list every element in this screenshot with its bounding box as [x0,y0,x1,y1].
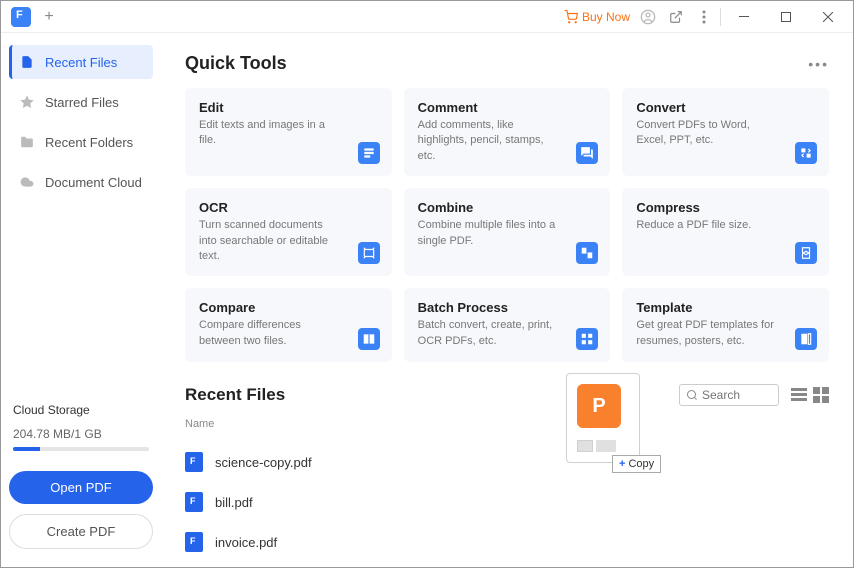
minimize-button[interactable] [723,3,765,31]
tool-title: Compare [199,300,378,315]
app-logo [11,7,31,27]
cloud-storage-title: Cloud Storage [13,403,149,417]
sidebar-item-recent-folders[interactable]: Recent Folders [9,125,153,159]
tool-card-template[interactable]: Template Get great PDF templates for resu… [622,288,829,362]
pdf-file-icon [185,492,203,512]
tool-card-ocr[interactable]: OCR Turn scanned documents into searchabl… [185,188,392,276]
user-icon[interactable] [634,3,662,31]
search-icon [686,389,698,401]
tool-title: Template [636,300,815,315]
tool-icon [795,328,817,350]
tool-card-comment[interactable]: Comment Add comments, like highlights, pe… [404,88,611,176]
file-name: bill.pdf [215,495,253,510]
star-icon [19,94,35,110]
cloud-storage-panel: Cloud Storage 204.78 MB/1 GB [9,403,153,471]
share-icon[interactable] [662,3,690,31]
sidebar-item-label: Recent Folders [45,135,133,150]
pdf-file-icon [185,452,203,472]
close-button[interactable] [807,3,849,31]
pdf-file-icon [185,532,203,552]
sidebar: Recent Files Starred Files Recent Folder… [1,33,161,567]
tool-icon [358,142,380,164]
tool-description: Convert PDFs to Word, Excel, PPT, etc. [636,118,776,149]
file-item[interactable]: invoice.pdf [185,522,829,562]
tool-icon [795,142,817,164]
tool-title: Batch Process [418,300,597,315]
tools-grid: Edit Edit texts and images in a file. Comm… [185,88,829,362]
tool-icon [576,142,598,164]
tool-description: Batch convert, create, print, OCR PDFs, … [418,318,558,349]
sidebar-item-document-cloud[interactable]: Document Cloud [9,165,153,199]
create-pdf-button[interactable]: Create PDF [9,514,153,549]
folder-icon [19,134,35,150]
file-list: science-copy.pdf bill.pdf invoice.pdf [185,442,829,562]
tool-icon [358,328,380,350]
tool-title: Comment [418,100,597,115]
tool-card-compare[interactable]: Compare Compare differences between two f… [185,288,392,362]
file-name: science-copy.pdf [215,455,312,470]
content-area: Quick Tools ••• Edit Edit texts and image… [161,33,853,567]
file-item[interactable]: science-copy.pdf [185,442,829,482]
tool-card-convert[interactable]: Convert Convert PDFs to Word, Excel, PPT,… [622,88,829,176]
quick-tools-title: Quick Tools [185,53,287,74]
search-input[interactable] [702,388,772,402]
buy-now-link[interactable]: Buy Now [560,6,634,28]
tool-title: Compress [636,200,815,215]
titlebar: + Buy Now [1,1,853,33]
recent-files-title: Recent Files [185,385,285,405]
tool-card-compress[interactable]: Compress Reduce a PDF file size. [622,188,829,276]
tool-description: Get great PDF templates for resumes, pos… [636,318,776,349]
new-tab-button[interactable]: + [41,9,57,25]
tool-description: Compare differences between two files. [199,318,339,349]
tool-icon [576,242,598,264]
tool-card-combine[interactable]: Combine Combine multiple files into a sin… [404,188,611,276]
tool-description: Add comments, like highlights, pencil, s… [418,118,558,164]
tool-icon [576,328,598,350]
tool-title: Convert [636,100,815,115]
file-icon [19,54,35,70]
buy-now-label: Buy Now [582,10,630,24]
more-icon[interactable]: ••• [808,56,829,72]
tool-card-batch-process[interactable]: Batch Process Batch convert, create, prin… [404,288,611,362]
open-pdf-button[interactable]: Open PDF [9,471,153,504]
tool-card-edit[interactable]: Edit Edit texts and images in a file. [185,88,392,176]
search-box[interactable] [679,384,779,406]
tool-icon [795,242,817,264]
cloud-storage-usage: 204.78 MB/1 GB [13,427,149,441]
sidebar-item-label: Document Cloud [45,175,142,190]
tool-icon [358,242,380,264]
grid-view-icon[interactable] [813,387,829,403]
file-name: invoice.pdf [215,535,277,550]
menu-icon[interactable] [690,3,718,31]
tool-title: Edit [199,100,378,115]
cart-icon [564,10,578,24]
sidebar-item-recent-files[interactable]: Recent Files [9,45,153,79]
tool-description: Combine multiple files into a single PDF… [418,218,558,249]
sidebar-item-label: Starred Files [45,95,119,110]
sidebar-item-starred-files[interactable]: Starred Files [9,85,153,119]
maximize-button[interactable] [765,3,807,31]
tool-description: Reduce a PDF file size. [636,218,776,233]
column-header-name: Name [185,418,829,430]
sidebar-item-label: Recent Files [45,55,117,70]
cloud-icon [19,174,35,190]
tool-description: Turn scanned documents into searchable o… [199,218,339,264]
cloud-storage-bar [13,447,149,451]
tool-description: Edit texts and images in a file. [199,118,339,149]
file-item[interactable]: bill.pdf [185,482,829,522]
tool-title: Combine [418,200,597,215]
list-view-icon[interactable] [791,387,807,403]
tool-title: OCR [199,200,378,215]
